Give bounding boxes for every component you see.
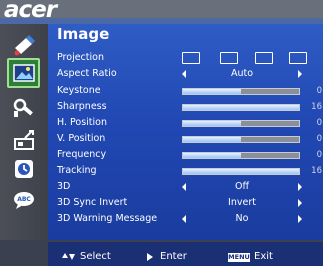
- v-position-value: 0: [316, 134, 322, 144]
- aspect-ratio-label: Aspect Ratio: [57, 68, 117, 79]
- tracking-label: Tracking: [57, 165, 97, 176]
- frequency-slider[interactable]: [182, 152, 300, 159]
- projection-label: Projection: [57, 52, 104, 63]
- sharpness-slider-fill: [183, 105, 299, 110]
- up-down-arrows-icon: [62, 253, 75, 260]
- language-icon[interactable]: ABC: [9, 186, 39, 214]
- projection-front-desktop-icon[interactable]: [182, 52, 200, 64]
- v-position-label: V. Position: [57, 133, 106, 144]
- v-position-slider-fill: [183, 137, 241, 142]
- 3d-label: 3D: [57, 181, 71, 192]
- keystone-slider[interactable]: [182, 88, 300, 95]
- sharpness-slider[interactable]: [182, 104, 300, 111]
- 3d-right-arrow[interactable]: [298, 183, 302, 191]
- settings-icon[interactable]: [9, 94, 39, 122]
- keystone-value: 0: [316, 86, 322, 96]
- tracking-value: 16: [311, 166, 322, 176]
- svg-text:ABC: ABC: [17, 196, 31, 203]
- right-arrow-icon: [147, 253, 153, 261]
- frequency-label: Frequency: [57, 149, 107, 160]
- h-position-label: H. Position: [57, 117, 108, 128]
- v-position-slider[interactable]: [182, 136, 300, 143]
- tracking-slider-fill: [183, 169, 299, 174]
- sharpness-value: 16: [311, 102, 322, 112]
- 3d-warning-message-value[interactable]: No: [182, 213, 302, 224]
- aspect-ratio-right-arrow[interactable]: [298, 70, 302, 78]
- management-icon[interactable]: [9, 126, 39, 154]
- keystone-slider-fill: [183, 89, 241, 94]
- frequency-value: 0: [316, 150, 322, 160]
- 3d-warning-message-label: 3D Warning Message: [57, 213, 158, 224]
- keystone-label: Keystone: [57, 85, 101, 96]
- 3d-sync-invert-label: 3D Sync Invert: [57, 197, 128, 208]
- image-icon[interactable]: [7, 58, 40, 88]
- color-icon[interactable]: [9, 31, 39, 59]
- timer-icon[interactable]: [9, 155, 39, 183]
- 3d-warning-message-right-arrow[interactable]: [298, 215, 302, 223]
- frequency-slider-fill: [183, 153, 241, 158]
- enter-hint: Enter: [160, 251, 187, 262]
- projection-rear-ceiling-icon[interactable]: [289, 52, 307, 64]
- h-position-slider-fill: [183, 121, 241, 126]
- exit-hint: Exit: [254, 251, 273, 262]
- projection-rear-desktop-icon[interactable]: [255, 52, 273, 64]
- menu-key-icon: MENU: [228, 253, 250, 262]
- tracking-slider[interactable]: [182, 168, 300, 175]
- projection-front-ceiling-icon[interactable]: [220, 52, 238, 64]
- select-hint: Select: [80, 251, 111, 262]
- page-title: Image: [57, 25, 110, 43]
- 3d-value[interactable]: Off: [182, 181, 302, 192]
- h-position-value: 0: [316, 118, 322, 128]
- 3d-sync-invert-value[interactable]: Invert: [182, 197, 302, 208]
- h-position-slider[interactable]: [182, 120, 300, 127]
- sharpness-label: Sharpness: [57, 101, 107, 112]
- 3d-sync-invert-right-arrow[interactable]: [298, 199, 302, 207]
- aspect-ratio-value[interactable]: Auto: [182, 68, 302, 79]
